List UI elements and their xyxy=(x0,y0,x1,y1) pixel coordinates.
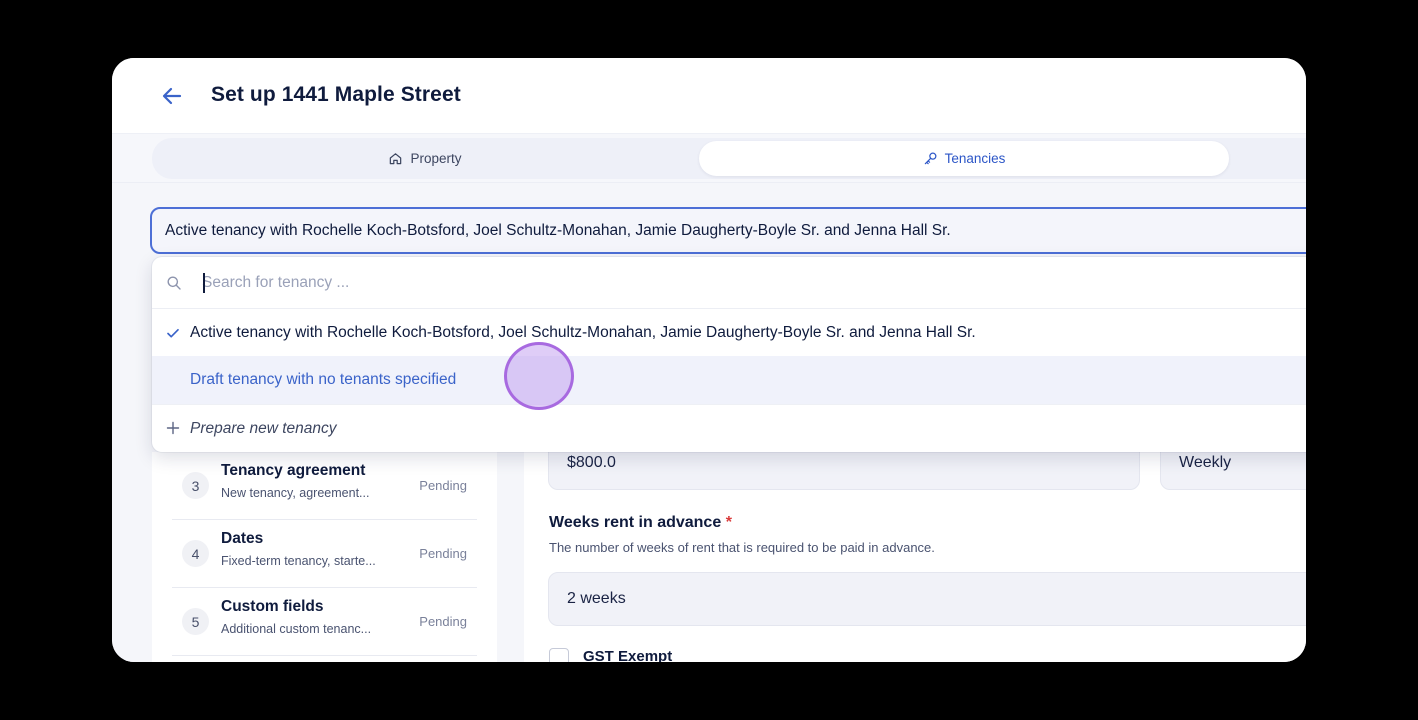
step-item[interactable]: 4 Dates Fixed-term tenancy, starte... Pe… xyxy=(172,520,477,588)
tenancy-dropdown: Active tenancy with Rochelle Koch-Botsfo… xyxy=(152,257,1306,452)
gst-exempt-checkbox[interactable] xyxy=(549,648,569,662)
tenancy-option-draft[interactable]: Draft tenancy with no tenants specified xyxy=(152,356,1306,404)
tenancy-option-active[interactable]: Active tenancy with Rochelle Koch-Botsfo… xyxy=(152,309,1306,357)
tab-bar: Property Tenancies xyxy=(112,134,1306,183)
step-status: Pending xyxy=(419,478,467,493)
back-button[interactable] xyxy=(158,82,186,110)
steps-panel: 3 Tenancy agreement New tenancy, agreeme… xyxy=(152,452,497,662)
step-number: 3 xyxy=(182,472,209,499)
weeks-label-text: Weeks rent in advance xyxy=(549,514,722,531)
step-title: Custom fields xyxy=(221,598,324,615)
weeks-in-advance-label: Weeks rent in advance * xyxy=(549,514,732,532)
tab-label: Tenancies xyxy=(944,151,1006,166)
step-item[interactable]: 5 Custom fields Additional custom tenanc… xyxy=(172,588,477,656)
tab-list: Property Tenancies xyxy=(152,138,1306,179)
step-subtitle: Additional custom tenanc... xyxy=(221,622,372,636)
step-item[interactable]: 3 Tenancy agreement New tenancy, agreeme… xyxy=(172,452,477,520)
tab-tenancies[interactable]: Tenancies xyxy=(699,141,1229,176)
prepare-new-tenancy-option[interactable]: Prepare new tenancy xyxy=(152,404,1306,452)
step-subtitle: New tenancy, agreement... xyxy=(221,486,370,500)
required-mark: * xyxy=(725,514,732,531)
step-subtitle: Fixed-term tenancy, starte... xyxy=(221,554,376,568)
plus-icon xyxy=(166,421,180,435)
page-header: Set up 1441 Maple Street xyxy=(112,58,1306,134)
step-number: 4 xyxy=(182,540,209,567)
app-window: Set up 1441 Maple Street Property Tenanc… xyxy=(112,58,1306,662)
option-label: Draft tenancy with no tenants specified xyxy=(190,371,457,388)
key-icon xyxy=(924,152,937,165)
dropdown-search xyxy=(152,257,1306,309)
check-icon xyxy=(167,328,179,338)
search-icon xyxy=(167,276,181,290)
tenancy-search-input[interactable] xyxy=(202,269,802,297)
weeks-in-advance-select[interactable]: 2 weeks xyxy=(548,572,1306,626)
step-title: Tenancy agreement xyxy=(221,462,366,479)
step-status: Pending xyxy=(419,546,467,561)
step-number: 5 xyxy=(182,608,209,635)
gst-exempt-label: GST Exempt xyxy=(583,648,673,662)
weeks-help-text: The number of weeks of rent that is requ… xyxy=(549,540,935,555)
step-status: Pending xyxy=(419,614,467,629)
text-caret xyxy=(203,273,205,293)
home-icon xyxy=(390,153,402,165)
click-indicator xyxy=(504,342,574,410)
page-title: Set up 1441 Maple Street xyxy=(211,83,461,106)
option-label: Prepare new tenancy xyxy=(190,419,337,437)
tab-property[interactable]: Property xyxy=(160,141,690,176)
option-label: Active tenancy with Rochelle Koch-Botsfo… xyxy=(190,324,976,341)
arrow-left-icon xyxy=(162,87,182,105)
tenancy-select[interactable]: Active tenancy with Rochelle Koch-Botsfo… xyxy=(150,207,1306,254)
step-title: Dates xyxy=(221,530,264,547)
tab-label: Property xyxy=(410,151,462,166)
